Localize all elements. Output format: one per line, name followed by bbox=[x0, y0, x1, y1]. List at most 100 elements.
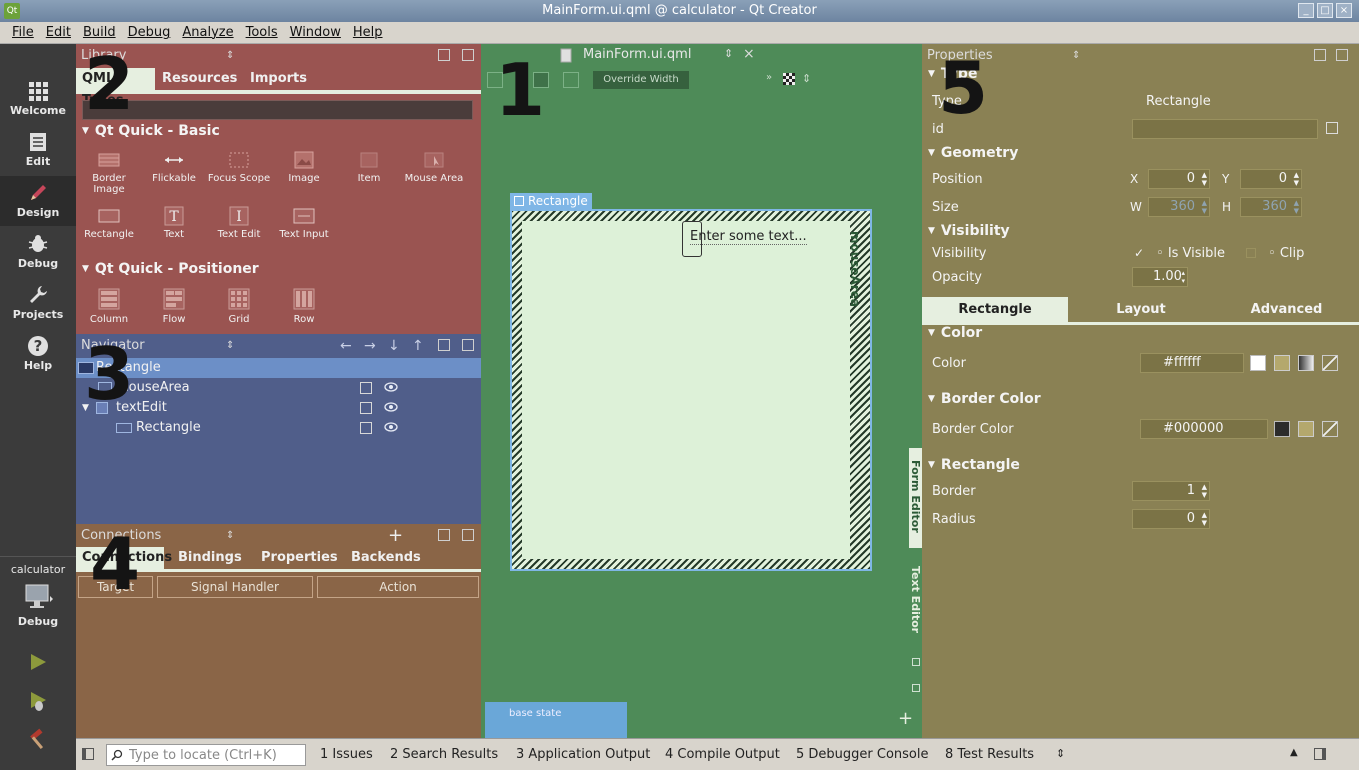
toggle-right-sidebar-icon[interactable] bbox=[1314, 748, 1326, 760]
override-width-button[interactable]: Override Width bbox=[593, 71, 689, 89]
eye-icon[interactable] bbox=[384, 382, 398, 392]
design-canvas[interactable]: Enter some text... mouseArea bbox=[510, 209, 872, 571]
lib-item-row[interactable]: Row bbox=[272, 287, 336, 325]
maximize-pane-icon[interactable]: ▲ bbox=[1290, 747, 1298, 758]
menu-debug[interactable]: Debug bbox=[122, 22, 177, 44]
checkbox-checked-icon[interactable]: ✓ bbox=[1134, 246, 1144, 260]
pane-debugger-console[interactable]: 5 Debugger Console bbox=[796, 747, 929, 762]
eye-icon[interactable] bbox=[384, 422, 398, 432]
menu-analyze[interactable]: Analyze bbox=[176, 22, 239, 44]
section-border-color[interactable]: ▼ Border Color bbox=[928, 391, 1041, 407]
locator-input[interactable]: Type to locate (Ctrl+K) bbox=[106, 744, 306, 766]
menu-help[interactable]: Help bbox=[347, 22, 389, 44]
section-visibility[interactable]: ▼ Visibility bbox=[928, 223, 1010, 239]
mode-edit[interactable]: Edit bbox=[0, 125, 76, 175]
splitter-icon[interactable] bbox=[912, 684, 920, 692]
mode-debug[interactable]: Debug bbox=[0, 227, 76, 277]
color-swatch[interactable] bbox=[1250, 355, 1266, 371]
toggle-sidebar-icon[interactable] bbox=[82, 748, 94, 760]
canvas-rectangle[interactable] bbox=[522, 221, 850, 559]
section-rectangle[interactable]: ▼ Rectangle bbox=[928, 457, 1020, 473]
menu-tools[interactable]: Tools bbox=[240, 22, 284, 44]
float-icon[interactable] bbox=[462, 529, 474, 541]
menu-file[interactable]: File bbox=[6, 22, 40, 44]
add-icon[interactable]: + bbox=[388, 524, 403, 548]
tab-text-editor[interactable]: Text Editor bbox=[909, 560, 922, 660]
background-color-icon[interactable] bbox=[783, 73, 795, 85]
split-icon[interactable] bbox=[1314, 49, 1326, 61]
gradient-icon[interactable] bbox=[1298, 355, 1314, 371]
split-icon[interactable] bbox=[438, 339, 450, 351]
visibility-toggle-icon[interactable] bbox=[360, 422, 372, 434]
split-icon[interactable] bbox=[438, 49, 450, 61]
reset-view-icon[interactable] bbox=[563, 72, 579, 88]
id-input[interactable] bbox=[1132, 119, 1318, 139]
pane-search-results[interactable]: 2 Search Results bbox=[390, 747, 498, 762]
spin-arrows-icon[interactable]: ▲ ▼ bbox=[1294, 171, 1299, 187]
pane-application-output[interactable]: 3 Application Output bbox=[516, 747, 650, 762]
move-up-icon[interactable]: ↑ bbox=[412, 334, 424, 358]
lib-item-text-edit[interactable]: I Text Edit bbox=[207, 206, 271, 240]
close-tab-icon[interactable]: × bbox=[743, 46, 755, 62]
updown-icon[interactable]: ⇕ bbox=[802, 72, 811, 85]
state-base-state[interactable]: base state bbox=[485, 702, 627, 738]
spin-arrows-icon[interactable]: ▲ ▼ bbox=[1202, 199, 1207, 215]
updown-icon[interactable]: ⇕ bbox=[226, 524, 234, 548]
lib-item-column[interactable]: Column bbox=[77, 287, 141, 325]
nav-row[interactable]: ▼ textEdit bbox=[76, 398, 481, 418]
updown-icon[interactable]: ⇕ bbox=[724, 47, 733, 60]
lib-item-mouse-area[interactable]: Mouse Area bbox=[402, 150, 466, 184]
border-color-swatch[interactable] bbox=[1274, 421, 1290, 437]
tab-backends[interactable]: Backends bbox=[345, 547, 427, 569]
tab-properties[interactable]: Properties bbox=[255, 547, 344, 569]
canvas-text-edit[interactable]: Enter some text... bbox=[690, 229, 807, 245]
visibility-toggle-icon[interactable] bbox=[360, 382, 372, 394]
float-icon[interactable] bbox=[1336, 49, 1348, 61]
pane-compile-output[interactable]: 4 Compile Output bbox=[665, 747, 780, 762]
updown-icon[interactable]: ⇕ bbox=[226, 334, 234, 358]
menu-window[interactable]: Window bbox=[284, 22, 347, 44]
y-spinbox[interactable]: 0 ▲ ▼ bbox=[1240, 169, 1302, 189]
export-icon[interactable] bbox=[1326, 122, 1338, 134]
radius-spinbox[interactable]: 0 ▲ ▼ bbox=[1132, 509, 1210, 529]
nav-row[interactable]: Rectangle bbox=[76, 418, 481, 438]
eye-icon[interactable] bbox=[384, 402, 398, 412]
lib-item-grid[interactable]: Grid bbox=[207, 287, 271, 325]
pane-issues[interactable]: 1 Issues bbox=[320, 747, 373, 762]
spin-arrows-icon[interactable]: ▲ ▼ bbox=[1202, 171, 1207, 187]
column-header-signal-handler[interactable]: Signal Handler bbox=[157, 576, 313, 598]
move-left-icon[interactable]: ← bbox=[340, 334, 352, 358]
mode-projects[interactable]: Projects bbox=[0, 278, 76, 328]
spin-arrows-icon[interactable]: ▴ ▾ bbox=[1181, 269, 1185, 285]
section-color[interactable]: ▼ Color bbox=[928, 325, 982, 341]
mode-help[interactable]: ? Help bbox=[0, 329, 76, 379]
canvas-item-label[interactable]: Rectangle bbox=[510, 193, 592, 209]
split-icon[interactable] bbox=[438, 529, 450, 541]
file-tab-label[interactable]: MainForm.ui.qml bbox=[583, 47, 691, 62]
mode-welcome[interactable]: Welcome bbox=[0, 74, 76, 124]
build-button[interactable] bbox=[27, 728, 49, 750]
tab-layout[interactable]: Layout bbox=[1068, 297, 1214, 323]
color-input[interactable]: #ffffff bbox=[1140, 353, 1244, 373]
menu-edit[interactable]: Edit bbox=[40, 22, 77, 44]
spin-arrows-icon[interactable]: ▲ ▼ bbox=[1202, 483, 1207, 499]
lib-item-focus-scope[interactable]: Focus Scope bbox=[207, 150, 271, 184]
lib-item-item[interactable]: Item bbox=[337, 150, 401, 184]
column-header-action[interactable]: Action bbox=[317, 576, 479, 598]
tab-bindings[interactable]: Bindings bbox=[172, 547, 248, 569]
maximize-button[interactable]: □ bbox=[1317, 3, 1333, 18]
splitter-icon[interactable] bbox=[912, 658, 920, 666]
section-geometry[interactable]: ▼ Geometry bbox=[928, 145, 1018, 161]
lib-item-rectangle[interactable]: Rectangle bbox=[77, 206, 141, 240]
lib-item-flow[interactable]: Flow bbox=[142, 287, 206, 325]
library-search-input[interactable] bbox=[82, 100, 473, 120]
x-spinbox[interactable]: 0 ▲ ▼ bbox=[1148, 169, 1210, 189]
height-spinbox[interactable]: 360 ▲ ▼ bbox=[1240, 197, 1302, 217]
lib-item-flickable[interactable]: Flickable bbox=[142, 150, 206, 184]
visibility-toggle-icon[interactable] bbox=[360, 402, 372, 414]
transparent-icon[interactable] bbox=[1322, 355, 1338, 371]
move-right-icon[interactable]: → bbox=[364, 334, 376, 358]
minimize-button[interactable]: _ bbox=[1298, 3, 1314, 18]
solid-fill-icon[interactable] bbox=[1274, 355, 1290, 371]
move-down-icon[interactable]: ↓ bbox=[388, 334, 400, 358]
